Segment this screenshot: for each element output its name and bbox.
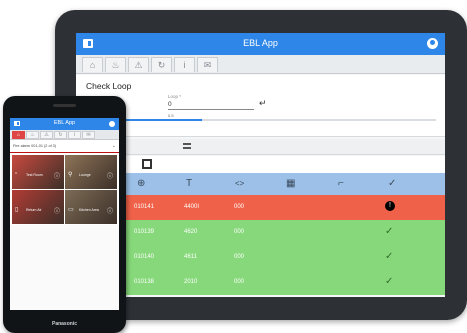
drag-handle-icon[interactable]	[183, 143, 191, 149]
grid-module-icon[interactable]: ▦	[286, 178, 295, 190]
zone-icon: ▯	[15, 207, 19, 213]
progress-text: 0.5	[168, 113, 174, 118]
zone-label: Lounge	[79, 173, 91, 177]
enter-icon[interactable]: ↵	[259, 98, 267, 109]
tablet-screen: EBL App ⌂ ♨ ⚠ ↻ i ✉ Check Loop Loop * 0 …	[76, 33, 445, 297]
tab-loop[interactable]: ↻	[54, 131, 67, 139]
tab-info[interactable]: i	[174, 57, 195, 72]
code-icon[interactable]: <>	[235, 178, 244, 190]
splitter-bar	[76, 139, 445, 155]
tab-bar: ⌂ ♨ ⚠ ↻ i ✉	[76, 55, 445, 74]
loop-field-label: Loop *	[168, 94, 182, 99]
phone-app-header: EBL App	[10, 118, 119, 130]
warning-icon: ⚠	[134, 60, 143, 70]
zone-tile[interactable]: ▭ Kitchen Area ⓘ	[65, 190, 117, 224]
loop-field[interactable]: 0	[168, 101, 172, 108]
tab-building[interactable]: ♨	[105, 57, 126, 72]
zone-label: Return Air	[26, 208, 42, 212]
zone-icon: ▭	[68, 207, 74, 213]
product-scene: EBL App ⌂ ♨ ⚠ ↻ i ✉ Check Loop Loop * 0 …	[0, 0, 467, 333]
check-status-icon[interactable]: ✓	[388, 178, 396, 190]
phone-empty-area	[10, 225, 119, 310]
table-header: ⊕ T <> ▦ ⌐ ✓	[76, 173, 445, 195]
row-value: 000	[234, 279, 245, 285]
tab-warning[interactable]: ⚠	[40, 131, 53, 139]
loop-progress-bar	[86, 119, 436, 121]
zone-tile[interactable]: ▯ Return Air ⓘ	[12, 190, 64, 224]
phone-tab-bar: ⌂ ♨ ⚠ ↻ i ✉	[10, 130, 119, 140]
app-title: EBL App	[243, 38, 278, 48]
phone-screen: EBL App ⌂ ♨ ⚠ ↻ i ✉ Fire alarm 001-01 (2…	[10, 118, 119, 310]
app-header: EBL App	[76, 33, 445, 55]
text-type-icon[interactable]: T	[186, 178, 192, 190]
user-icon[interactable]	[427, 38, 438, 49]
ok-status-icon: ✓	[385, 226, 394, 237]
tab-chat[interactable]: ✉	[82, 131, 95, 139]
table-row[interactable]: 010138 2010 000 ✓	[76, 270, 445, 295]
zone-tile[interactable]: ⚲ Lounge ⓘ	[65, 155, 117, 189]
zone-label: Kitchen Area	[79, 208, 99, 212]
info-icon[interactable]: ⓘ	[107, 171, 113, 180]
table-row[interactable]: 010140 4611 000 ✓	[76, 245, 445, 270]
filter-text: Fire alarm 001-01 (2 of 3)	[13, 144, 57, 148]
grid-view-icon[interactable]	[142, 159, 152, 169]
alarm-filter[interactable]: Fire alarm 001-01 (2 of 3) ⌄	[10, 140, 119, 153]
tab-warning[interactable]: ⚠	[128, 57, 149, 72]
row-type: 4611	[184, 254, 197, 260]
device-type-icon[interactable]: ⊕	[137, 178, 145, 190]
tab-chat[interactable]: ✉	[197, 57, 218, 72]
row-type: 2010	[184, 279, 198, 285]
signal-icon[interactable]: ⌐	[338, 178, 344, 190]
phone-device: EBL App ⌂ ♨ ⚠ ↻ i ✉ Fire alarm 001-01 (2…	[3, 96, 126, 333]
phone-brand: Panasonic	[51, 321, 77, 327]
row-type: 4400I	[184, 204, 200, 210]
phone-app-title: EBL App	[53, 120, 76, 126]
table-toolbar	[76, 156, 445, 173]
zone-icon: ▫	[15, 171, 18, 177]
tab-loop[interactable]: ↻	[151, 57, 172, 72]
phone-speaker	[53, 104, 76, 107]
row-value: 000	[234, 229, 245, 235]
info-icon[interactable]: ⓘ	[54, 171, 60, 180]
row-address: 010139	[134, 229, 155, 235]
loop-icon: ↻	[157, 60, 166, 70]
loop-field-underline	[168, 109, 254, 110]
row-type: 4620	[184, 229, 198, 235]
check-loop-card: Check Loop Loop * 0 ↵ 0.5	[76, 75, 445, 137]
row-value: 000	[234, 254, 245, 260]
alarm-status-icon: !	[385, 201, 395, 211]
zone-tile[interactable]: ▫ Test Room ⓘ	[12, 155, 64, 189]
row-value: 000	[234, 204, 245, 210]
tab-building[interactable]: ♨	[26, 131, 39, 139]
zone-label: Test Room	[26, 173, 43, 177]
tab-home[interactable]: ⌂	[12, 131, 25, 139]
row-address: 010138	[134, 279, 155, 285]
ok-status-icon: ✓	[385, 276, 394, 287]
tab-info[interactable]: i	[68, 131, 81, 139]
chat-icon: ✉	[203, 60, 212, 70]
location-icon: ⚲	[68, 172, 73, 178]
info-icon: i	[183, 60, 186, 70]
table-row[interactable]: 010141 4400I 000 !	[76, 195, 445, 220]
chevron-down-icon[interactable]: ⌄	[112, 143, 116, 149]
info-icon[interactable]: ⓘ	[107, 206, 113, 215]
check-loop-heading: Check Loop	[86, 81, 132, 91]
user-icon[interactable]	[109, 121, 115, 127]
building-fire-icon: ♨	[111, 60, 120, 70]
tab-home[interactable]: ⌂	[82, 57, 103, 72]
row-address: 010140	[134, 254, 155, 260]
table-row[interactable]: 010139 4620 000 ✓	[76, 220, 445, 245]
row-address: 010141	[134, 204, 155, 210]
home-icon: ⌂	[89, 60, 96, 70]
info-icon[interactable]: ⓘ	[54, 206, 60, 215]
ok-status-icon: ✓	[385, 251, 394, 262]
